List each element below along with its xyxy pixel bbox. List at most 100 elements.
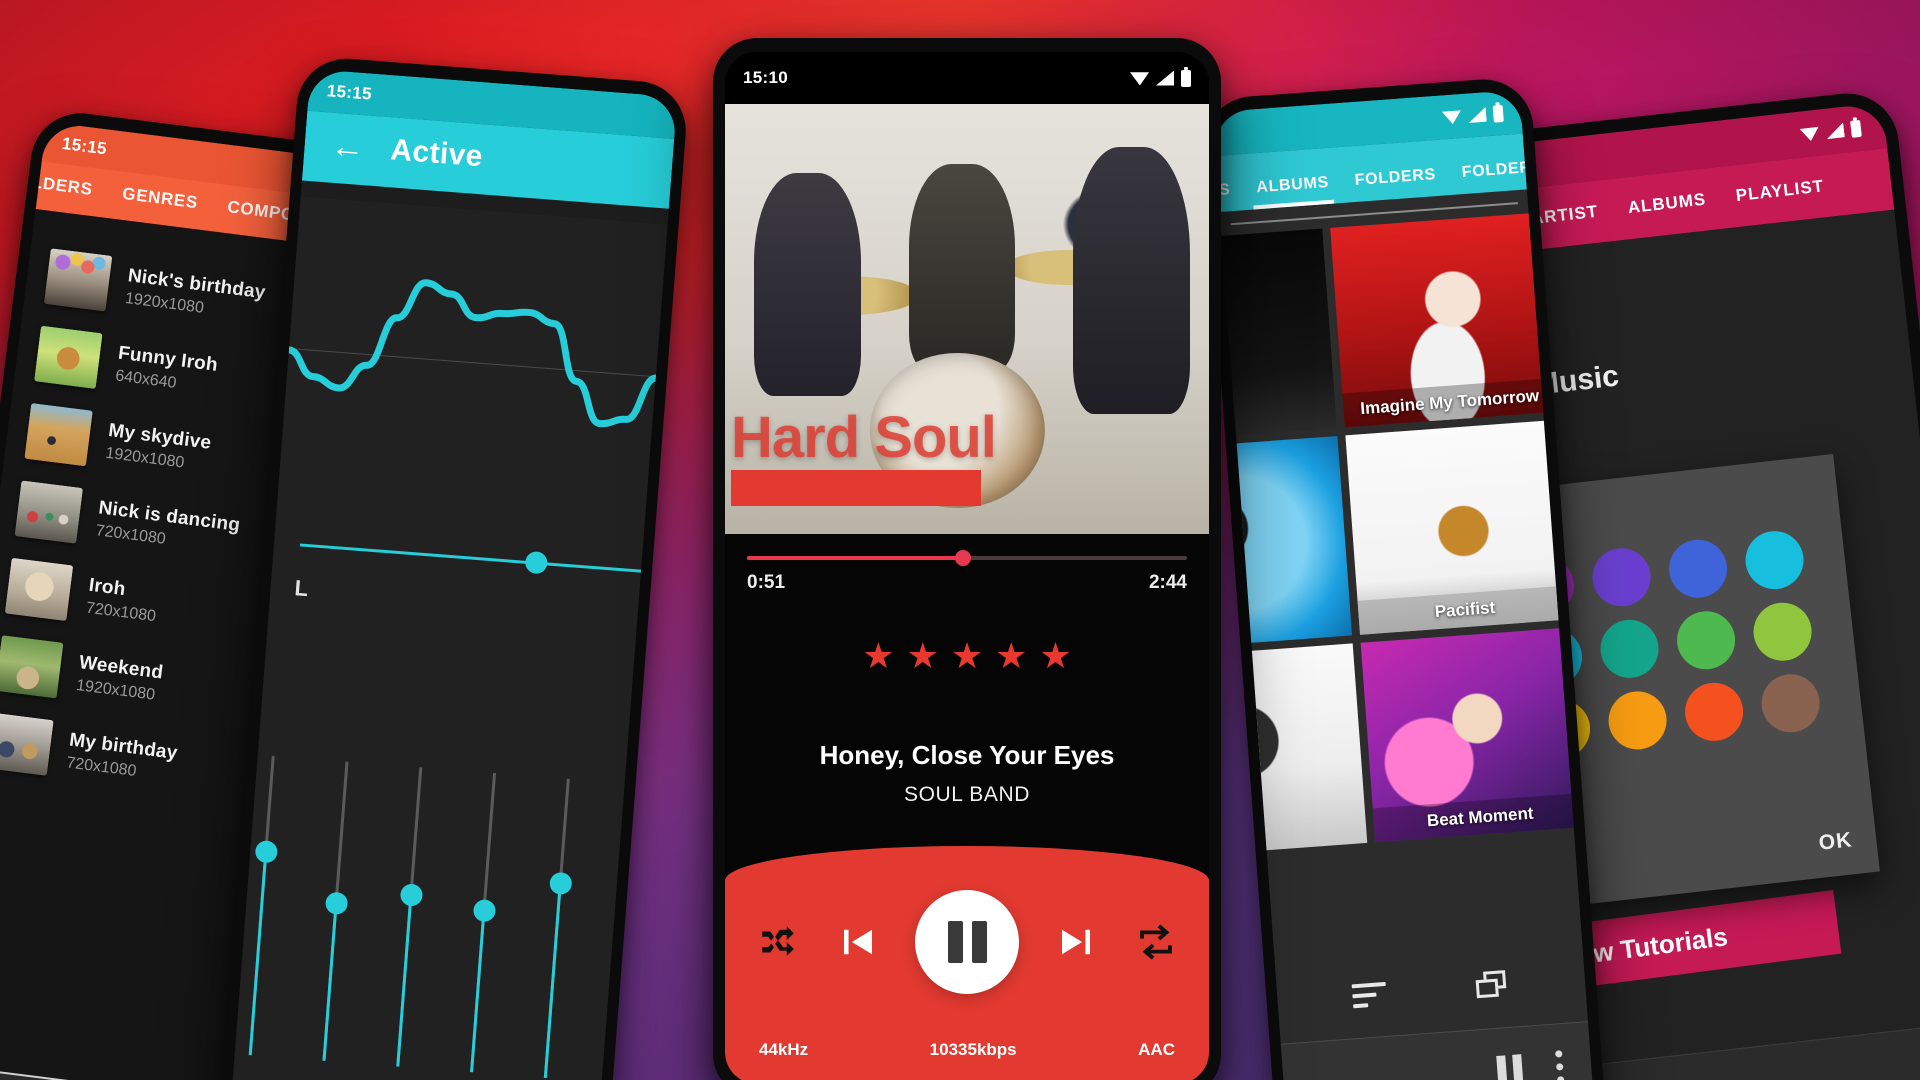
seek-progress [747, 556, 963, 560]
equalizer-response-curve [285, 279, 660, 428]
phone4-status-icons [1442, 104, 1504, 125]
birthday-thumb [0, 712, 54, 776]
signal-icon [1468, 107, 1487, 123]
equalizer-band-knob[interactable] [254, 840, 278, 864]
view-tutorials-label: w Tutorials [1591, 920, 1730, 968]
star-icon[interactable]: ★ [1039, 638, 1071, 674]
album-cell[interactable]: Beat Moment [1360, 627, 1588, 843]
musician-silhouette [754, 172, 861, 397]
album-title: Beat Moment [1372, 792, 1588, 843]
equalizer-body: L Bass316212525 [228, 196, 668, 1080]
equalizer-band-fill [543, 882, 562, 1078]
equalizer-curve-area: L [276, 196, 667, 601]
phone-mockup-player: 15:10 Hard Soul 0:51 2:44 ★ ★ ★ ★ ★ Hone… [713, 38, 1221, 1080]
color-swatch[interactable] [1665, 536, 1731, 601]
battery-icon [1850, 119, 1862, 138]
star-icon[interactable]: ★ [951, 638, 983, 674]
phone3-status-icons [1130, 66, 1191, 87]
album-cell[interactable] [1212, 228, 1337, 444]
color-swatch[interactable] [1674, 608, 1739, 673]
dog-portrait-thumb [4, 557, 74, 622]
musician-silhouette [1073, 147, 1190, 414]
rating-stars[interactable]: ★ ★ ★ ★ ★ [725, 638, 1209, 674]
color-swatch[interactable] [1750, 599, 1815, 664]
equalizer-band-slider[interactable] [322, 761, 349, 1061]
tab-playlist[interactable]: PLAYLIST [1735, 176, 1825, 206]
repeat-icon[interactable] [1133, 921, 1179, 963]
player-controls-panel: 44kHz 10335kbps AAC [725, 846, 1209, 1080]
color-swatch[interactable] [1682, 679, 1747, 744]
album-cell[interactable]: Pacifist [1345, 419, 1573, 635]
seek-bar-area: 0:51 2:44 [725, 534, 1209, 594]
sort-icon[interactable] [1351, 981, 1388, 1009]
overflow-menu-icon[interactable] [1555, 1050, 1565, 1080]
layers-icon[interactable] [1475, 970, 1511, 1002]
color-swatch[interactable] [1589, 545, 1654, 610]
ok-button[interactable]: OK [1818, 828, 1854, 856]
codec: AAC [1138, 1040, 1175, 1059]
seek-knob[interactable] [954, 550, 971, 566]
seek-track[interactable] [747, 550, 1187, 566]
next-icon[interactable] [1053, 921, 1099, 963]
equalizer-band-slider[interactable] [248, 755, 278, 1056]
previous-icon[interactable] [835, 921, 881, 963]
tab-albums[interactable]: ALBUMS [1256, 174, 1331, 209]
color-swatch[interactable] [1605, 688, 1670, 753]
tab-folders-1[interactable]: FOLDERS [1354, 166, 1437, 202]
equalizer-band-knob[interactable] [324, 891, 348, 916]
balance-track [299, 543, 642, 573]
star-icon[interactable]: ★ [907, 638, 939, 674]
album-title: Pacifist [1357, 585, 1573, 635]
elapsed-time: 0:51 [747, 572, 786, 593]
pause-icon[interactable] [1496, 1053, 1524, 1080]
equalizer-band-knob[interactable] [472, 899, 496, 923]
phone1-status-time: 15:15 [60, 133, 108, 159]
balance-slider[interactable]: L [271, 496, 645, 614]
color-swatch[interactable] [1597, 616, 1662, 681]
sample-rate: 44kHz [759, 1040, 809, 1059]
album-artwork[interactable]: Hard Soul [725, 104, 1209, 534]
phone3-status-bar: 15:10 [725, 52, 1209, 104]
wifi-icon [1130, 72, 1149, 86]
phone4-screen: ISTS ALBUMS FOLDERS FOLDERS Imagine My T… [1212, 89, 1597, 1080]
wifi-icon [1799, 125, 1820, 142]
time-labels: 0:51 2:44 [747, 572, 1187, 594]
signal-icon [1825, 122, 1845, 139]
shuffle-icon[interactable] [755, 921, 801, 963]
balance-label: L [293, 575, 310, 602]
musician-silhouette [908, 164, 1016, 371]
star-icon[interactable]: ★ [862, 638, 894, 674]
back-arrow-icon[interactable]: ← [329, 127, 366, 167]
skydive-thumb [24, 403, 93, 467]
equalizer-band-sliders[interactable] [228, 615, 635, 1080]
equalizer-band-fill [248, 851, 268, 1056]
equalizer-band-knob[interactable] [548, 871, 573, 895]
equalizer-band-slider[interactable] [543, 778, 573, 1078]
signal-icon [1156, 70, 1174, 86]
balance-knob[interactable] [524, 550, 549, 575]
tab-albums[interactable]: ALBUMS [1627, 190, 1707, 219]
color-swatch[interactable] [1758, 671, 1823, 736]
album-cell[interactable]: Imagine My Tomorrow [1330, 212, 1558, 428]
star-icon[interactable]: ★ [995, 638, 1027, 674]
bitrate: 10335kbps [929, 1040, 1017, 1059]
phone3-screen: 15:10 Hard Soul 0:51 2:44 ★ ★ ★ ★ ★ Hone… [725, 52, 1209, 1080]
phone5-now-playing-bar[interactable] [1581, 1020, 1920, 1080]
albums-grid: Imagine My Tomorrow Pacifist Beat Moment [1212, 202, 1596, 869]
equalizer-band-slider[interactable] [470, 772, 497, 1073]
equalizer-band-fill [470, 910, 486, 1073]
pause-icon[interactable] [915, 890, 1019, 994]
balloons-thumb [43, 248, 113, 312]
song-artist: SOUL BAND [904, 783, 1030, 806]
page-title: Active [389, 133, 485, 174]
color-swatch[interactable] [1742, 528, 1807, 593]
color-picker-dialog[interactable]: or OK [1492, 453, 1880, 905]
equalizer-band-slider[interactable] [396, 767, 423, 1067]
phone2-screen: 15:15 ← Active L Bass316212525 [228, 68, 678, 1080]
tab-genres[interactable]: GENRES [121, 184, 199, 213]
song-title: Honey, Close Your Eyes [819, 740, 1115, 770]
battery-icon [1492, 104, 1504, 123]
tab-folders-2[interactable]: FOLDERS [1461, 158, 1544, 194]
equalizer-band-knob[interactable] [399, 882, 423, 907]
picnic-thumb [0, 635, 64, 699]
